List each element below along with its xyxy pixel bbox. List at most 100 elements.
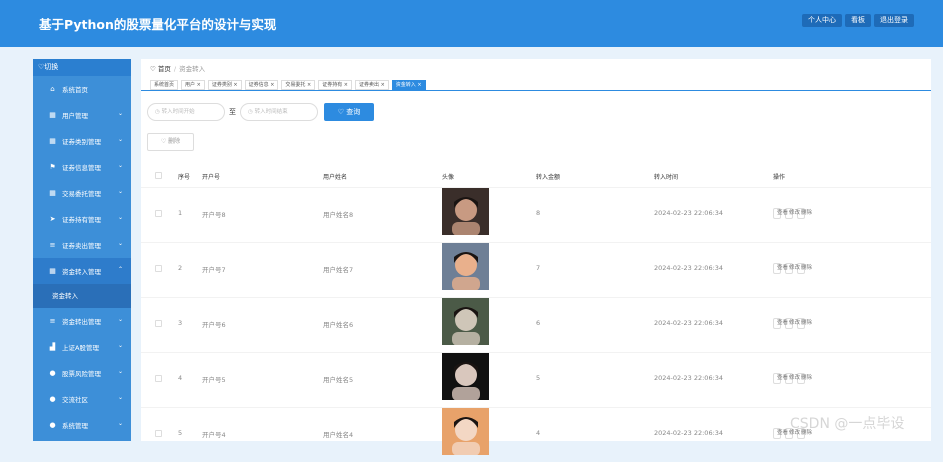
cell-amount: 5 (536, 374, 541, 382)
tab-6[interactable]: 证券卖出 × (355, 80, 389, 90)
sidebar-item-label: 上证A股管理 (62, 344, 99, 352)
tab-4[interactable]: 交易委托 × (281, 80, 316, 90)
row-checkbox[interactable] (155, 375, 162, 382)
tab-5[interactable]: 证券持有 × (318, 80, 352, 90)
cell-time: 2024-02-23 22:06:34 (654, 264, 724, 272)
sidebar-item-2[interactable]: ▦ 证券类别管理 ⌄ (33, 128, 131, 154)
close-icon[interactable]: × (232, 82, 237, 88)
sidebar-item-label: 交流社区 (62, 396, 88, 404)
sidebar-item-9[interactable]: ▟ 上证A股管理 ⌄ (33, 334, 131, 360)
cell-name: 用户姓名7 (323, 266, 354, 274)
row-actions: ♡ 查看 ♡ 修改 ♡ 删除 (773, 318, 812, 329)
search-button[interactable]: ♡ 查询 (324, 103, 374, 121)
cell-amount: 4 (536, 429, 541, 437)
table-row: 3 开户号6 用户姓名6 6 2024-02-23 22:06:34 ♡ 查看 … (141, 297, 943, 352)
sidebar-item-11[interactable]: ● 交流社区 ⌄ (33, 386, 131, 412)
close-icon[interactable]: × (379, 82, 385, 88)
grid-icon: ▦ (49, 137, 56, 145)
cell-name: 用户姓名4 (323, 431, 354, 439)
tab-label: 资金转入 (395, 82, 416, 88)
dashboard-button[interactable]: 看板 (845, 14, 871, 27)
search-bar: ◷ 转入时间开始 至 ◷ 转入时间结束 ♡ 查询 (147, 103, 374, 121)
close-icon[interactable]: × (305, 82, 311, 88)
cell-index: 5 (178, 429, 183, 437)
sidebar-item-label: 证券类别管理 (62, 138, 101, 146)
sidebar-item-4[interactable]: ▦ 交易委托管理 ⌄ (33, 180, 131, 206)
tab-underline (141, 90, 943, 91)
sidebar-item-12[interactable]: ● 系统管理 ⌄ (33, 412, 131, 438)
row-actions: ♡ 查看 ♡ 修改 ♡ 删除 (773, 208, 812, 219)
sidebar-item-label: 资金转出管理 (62, 318, 101, 326)
tab-label: 证券信息 (248, 82, 269, 88)
chevron-down-icon: ⌄ (117, 162, 123, 169)
sidebar-item-0[interactable]: ⌂ 系统首页 (33, 76, 131, 102)
grid-icon: ▦ (49, 267, 56, 275)
send-icon: ➤ (49, 215, 56, 223)
list-icon: ≡ (49, 317, 56, 325)
tab-label: 证券持有 (322, 82, 343, 88)
view-button[interactable]: ♡ 查看 (773, 373, 788, 384)
header-index: 序号 (178, 174, 191, 181)
cell-name: 用户姓名5 (323, 376, 354, 384)
cell-index: 4 (178, 374, 183, 382)
tab-1[interactable]: 用户 × (181, 80, 205, 90)
sidebar-switch[interactable]: ♡切换 (33, 59, 131, 76)
sidebar-item-label: 用户管理 (62, 112, 88, 120)
cell-account: 开户号4 (202, 431, 226, 439)
sidebar-item-7[interactable]: ▦ 资金转入管理 ⌃ (33, 258, 131, 284)
tab-label: 用户 (185, 82, 196, 88)
close-icon[interactable]: × (195, 82, 201, 88)
chevron-down-icon: ⌄ (117, 110, 123, 117)
close-icon[interactable]: × (416, 82, 421, 88)
row-actions: ♡ 查看 ♡ 修改 ♡ 删除 (773, 263, 812, 274)
row-checkbox[interactable] (155, 430, 162, 437)
tab-2[interactable]: 证券类别 × (207, 80, 242, 90)
close-icon[interactable]: × (342, 82, 348, 88)
header-name: 用户姓名 (323, 174, 348, 181)
close-icon[interactable]: × (269, 82, 274, 88)
table-row: 1 开户号8 用户姓名8 8 2024-02-23 22:06:34 ♡ 查看 … (141, 187, 943, 242)
cell-name: 用户姓名6 (323, 321, 354, 329)
chevron-down-icon: ⌄ (117, 394, 123, 401)
row-checkbox[interactable] (155, 320, 162, 327)
sidebar-menu: ⌂ 系统首页 ▦ 用户管理 ⌄ ▦ 证券类别管理 ⌄ ⚑ 证券信息管理 ⌄ ▦ 交易委托管理 ⌄ ➤ 证券持有… (33, 76, 131, 438)
switch-label: 切换 (44, 63, 59, 71)
sidebar-item-3[interactable]: ⚑ 证券信息管理 ⌄ (33, 154, 131, 180)
row-actions: ♡ 查看 ♡ 修改 ♡ 删除 (773, 373, 812, 384)
row-checkbox[interactable] (155, 265, 162, 272)
tab-3[interactable]: 证券信息 × (244, 80, 279, 90)
select-all-checkbox[interactable] (155, 172, 162, 179)
table-row: 4 开户号5 用户姓名5 5 2024-02-23 22:06:34 ♡ 查看 … (141, 352, 943, 407)
cell-index: 1 (178, 209, 183, 217)
sidebar-item-1[interactable]: ▦ 用户管理 ⌄ (33, 102, 131, 128)
sidebar-item-10[interactable]: ● 股票风险管理 ⌄ (33, 360, 131, 386)
sidebar-item-5[interactable]: ➤ 证券持有管理 ⌄ (33, 206, 131, 232)
chevron-down-icon: ⌄ (117, 342, 123, 349)
sidebar-item-8[interactable]: ≡ 资金转出管理 ⌄ (33, 308, 131, 334)
end-time-input[interactable]: ◷ 转入时间结束 (240, 103, 318, 121)
view-button[interactable]: ♡ 查看 (773, 263, 788, 274)
sidebar-item-label: 资金转入管理 (62, 268, 101, 276)
tab-0[interactable]: 系统首页 (150, 80, 179, 90)
tab-7[interactable]: 资金转入 × (391, 80, 426, 90)
logout-button[interactable]: 退出登录 (874, 14, 914, 27)
breadcrumb-home[interactable]: 首页 (158, 65, 171, 73)
breadcrumb-separator: / (173, 65, 177, 73)
start-time-input[interactable]: ◷ 转入时间开始 (147, 103, 225, 121)
tab-label: 证券类别 (211, 82, 232, 88)
row-checkbox[interactable] (155, 210, 162, 217)
breadcrumb: ♡ 首页 / 资金转入 (150, 63, 205, 73)
tab-label: 系统首页 (154, 82, 175, 88)
avatar (442, 243, 489, 290)
profile-button[interactable]: 个人中心 (802, 14, 842, 27)
chevron-down-icon: ⌄ (117, 240, 123, 247)
view-button[interactable]: ♡ 查看 (773, 208, 788, 219)
view-button[interactable]: ♡ 查看 (773, 318, 788, 329)
batch-delete-button[interactable]: ♡ 删除 (147, 133, 194, 151)
chevron-down-icon: ⌄ (117, 188, 123, 195)
view-button[interactable]: ♡ 查看 (773, 428, 788, 439)
main-content: ♡ 首页 / 资金转入 系统首页 用户 × 证券类别 × 证券信息 × 交易委托 × 证券持有… (141, 59, 943, 455)
sidebar-subitem-fund-in[interactable]: 资金转入 (33, 284, 131, 308)
avatar (442, 408, 489, 455)
sidebar-item-6[interactable]: ≡ 证券卖出管理 ⌄ (33, 232, 131, 258)
